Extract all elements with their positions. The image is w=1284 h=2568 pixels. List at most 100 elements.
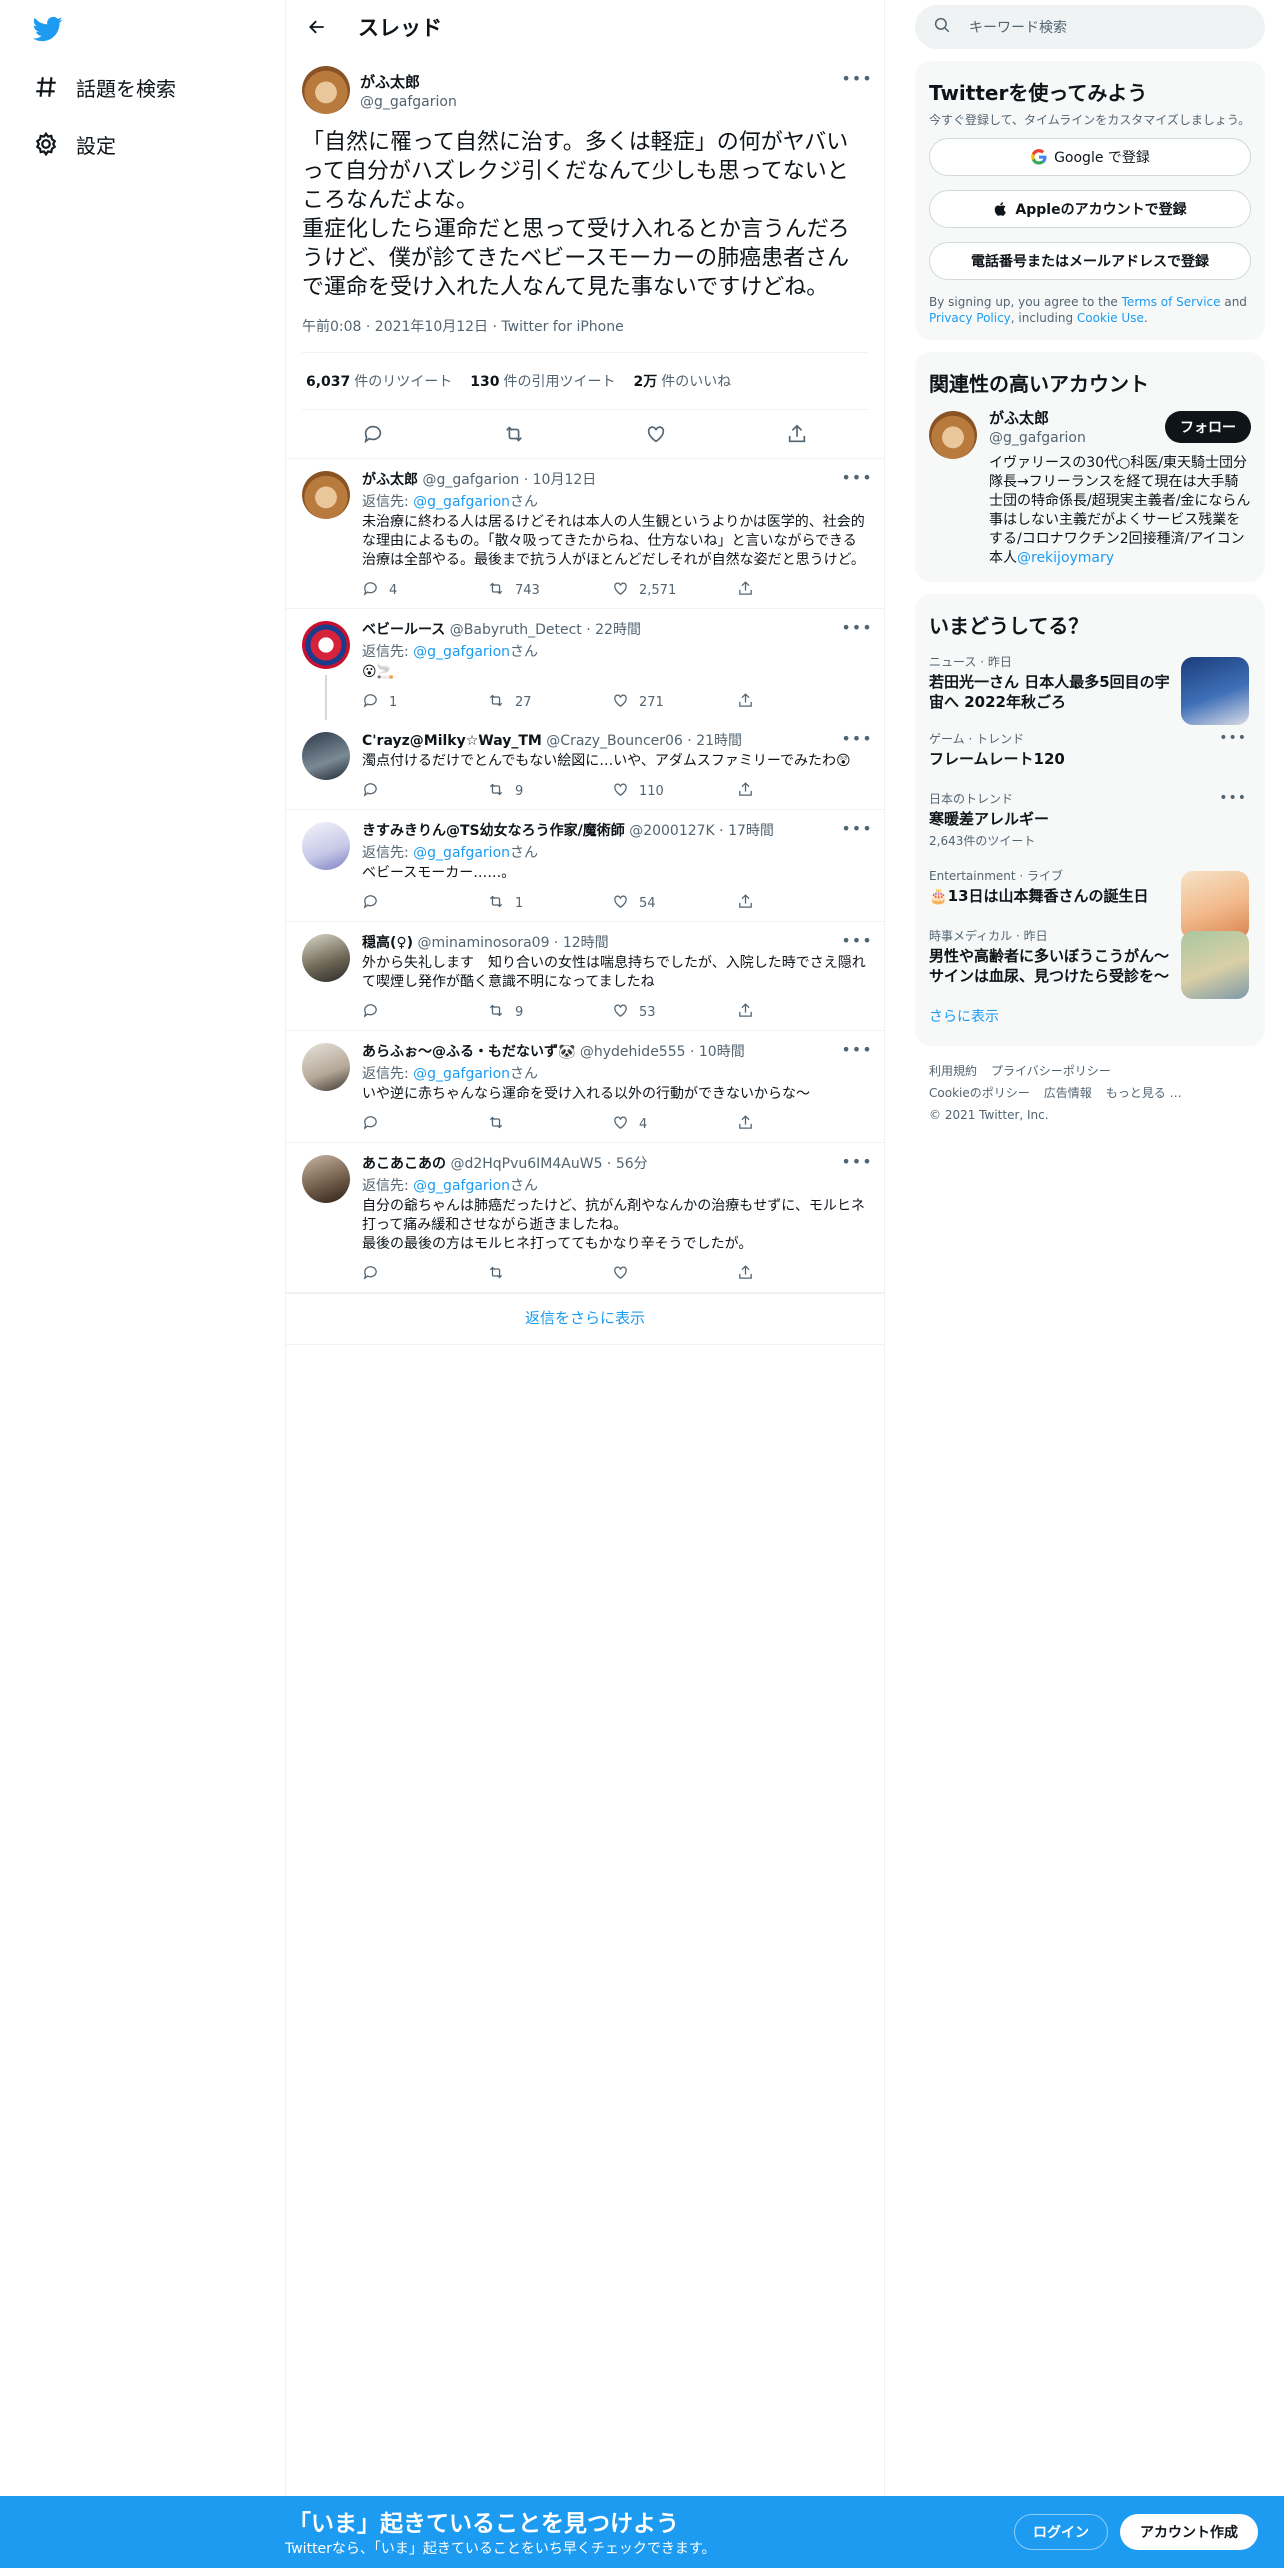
more-options-icon[interactable]: ••• <box>1219 730 1247 746</box>
more-options-icon[interactable]: ••• <box>841 819 871 838</box>
share-icon[interactable] <box>785 422 809 446</box>
retweet-button[interactable]: 9 <box>487 781 612 802</box>
reply-button[interactable] <box>362 781 487 802</box>
reply-author-name[interactable]: がふ太郎 <box>362 472 418 488</box>
avatar[interactable] <box>929 411 977 459</box>
retweet-button[interactable]: 1 <box>487 893 612 914</box>
footer-more-link[interactable]: もっと見る … <box>1106 1086 1182 1100</box>
more-options-icon[interactable]: ••• <box>841 931 871 950</box>
author-name[interactable]: がふ太郎 <box>360 71 457 92</box>
footer-privacy-link[interactable]: プライバシーポリシー <box>991 1064 1111 1078</box>
avatar[interactable] <box>302 934 350 982</box>
reply-author-handle[interactable]: @g_gafgarion · 10月12日 <box>422 472 596 488</box>
back-arrow-icon[interactable] <box>304 14 330 40</box>
share-button[interactable] <box>737 1264 862 1285</box>
more-options-icon[interactable]: ••• <box>841 1040 871 1059</box>
follow-button[interactable]: フォロー <box>1165 411 1251 443</box>
trend-item[interactable]: ゲーム · トレンド フレームレート120 ••• <box>925 722 1255 782</box>
reply-tweet[interactable]: C'rayz@Milky☆Way_TM @Crazy_Bouncer06 · 2… <box>286 720 884 810</box>
reply-tweet[interactable]: きすみきりん@TS幼女なろう作家/魔術師 @2000127K · 17時間 •••… <box>286 810 884 922</box>
avatar[interactable] <box>302 471 350 519</box>
share-button[interactable] <box>737 692 862 713</box>
show-more-replies-link[interactable]: 返信をさらに表示 <box>286 1293 884 1345</box>
reply-to-mention[interactable]: @g_gafgarion <box>413 845 510 861</box>
reply-to-mention[interactable]: @g_gafgarion <box>413 1066 510 1082</box>
share-button[interactable] <box>737 580 862 601</box>
more-options-icon[interactable]: ••• <box>841 1152 871 1171</box>
avatar[interactable] <box>302 822 350 870</box>
retweet-button[interactable]: 27 <box>487 692 612 713</box>
reply-button[interactable] <box>362 893 487 914</box>
trends-show-more-link[interactable]: さらに表示 <box>925 996 1255 1028</box>
reply-author-name[interactable]: きすみきりん@TS幼女なろう作家/魔術師 <box>362 823 625 839</box>
search-box[interactable]: キーワード検索 <box>915 5 1265 49</box>
more-options-icon[interactable]: ••• <box>841 618 871 637</box>
reply-author-name[interactable]: あらふぉ〜@ふる・もだないず🐼 <box>362 1044 575 1060</box>
reply-button[interactable]: 4 <box>362 580 487 601</box>
trend-item[interactable]: 時事メディカル · 昨日 男性や高齢者に多いぼうこうがん～サインは血尿、見つけたら… <box>925 919 1255 999</box>
share-button[interactable] <box>737 893 862 914</box>
like-button[interactable]: 54 <box>612 893 737 914</box>
footer-tos-link[interactable]: 利用規約 <box>929 1064 977 1078</box>
like-button[interactable]: 271 <box>612 692 737 713</box>
reply-to-mention[interactable]: @g_gafgarion <box>413 494 510 510</box>
footer-ads-link[interactable]: 広告情報 <box>1044 1086 1092 1100</box>
share-button[interactable] <box>737 1002 862 1023</box>
avatar[interactable] <box>302 621 350 669</box>
footer-cookie-link[interactable]: Cookieのポリシー <box>929 1086 1030 1100</box>
reply-author-handle[interactable]: @hydehide555 · 10時間 <box>580 1044 745 1060</box>
related-account[interactable]: がふ太郎 @g_gafgarion フォロー イヴァリースの30代○科医/東天騎… <box>925 403 1255 568</box>
like-button[interactable]: 2,571 <box>612 580 737 601</box>
retweet-count[interactable]: 6,037 件のリツイート <box>306 371 452 391</box>
reply-author-name[interactable]: あこあこあの <box>362 1156 446 1172</box>
avatar[interactable] <box>302 66 350 114</box>
like-count[interactable]: 2万 件のいいね <box>634 371 732 391</box>
cookie-link[interactable]: Cookie Use <box>1077 311 1144 325</box>
like-button[interactable] <box>612 1264 737 1285</box>
reply-author-handle[interactable]: @2000127K · 17時間 <box>629 823 774 839</box>
reply-to-mention[interactable]: @g_gafgarion <box>413 1178 510 1194</box>
reply-button[interactable]: 1 <box>362 692 487 713</box>
reply-button[interactable] <box>362 1264 487 1285</box>
reply-author-handle[interactable]: @Babyruth_Detect · 22時間 <box>450 622 641 638</box>
tweet-meta[interactable]: 午前0:08 · 2021年10月12日 · Twitter for iPhon… <box>302 316 868 353</box>
reply-author-name[interactable]: C'rayz@Milky☆Way_TM <box>362 733 542 749</box>
nav-explore[interactable]: 話題を検索 <box>32 67 176 107</box>
reply-icon[interactable] <box>361 422 385 446</box>
author-handle[interactable]: @g_gafgarion <box>360 94 457 110</box>
login-button[interactable]: ログイン <box>1014 2514 1108 2550</box>
like-icon[interactable] <box>644 422 668 446</box>
trend-item[interactable]: ニュース · 昨日 若田光一さん 日本人最多5回目の宇宙へ 2022年秋ごろ <box>925 645 1255 725</box>
retweet-icon[interactable] <box>502 422 526 446</box>
nav-settings[interactable]: 設定 <box>32 124 116 164</box>
retweet-button[interactable] <box>487 1114 612 1135</box>
like-button[interactable]: 110 <box>612 781 737 802</box>
reply-button[interactable] <box>362 1114 487 1135</box>
reply-author-handle[interactable]: @d2HqPvu6IM4AuW5 · 56分 <box>450 1156 647 1172</box>
reply-author-name[interactable]: ベビールース <box>362 622 445 638</box>
apple-signup-button[interactable]: Appleのアカウントで登録 <box>929 190 1251 228</box>
google-signup-button[interactable]: Google で登録 <box>929 138 1251 176</box>
reply-tweet[interactable]: あらふぉ〜@ふる・もだないず🐼 @hydehide555 · 10時間 ••• 返信… <box>286 1031 884 1143</box>
reply-tweet[interactable]: 穏高(♀) @minaminosora09 · 12時間 ••• 外から失礼します … <box>286 922 884 1031</box>
avatar[interactable] <box>302 1155 350 1203</box>
reply-tweet[interactable]: あこあこあの @d2HqPvu6IM4AuW5 · 56分 ••• 返信先: @g_… <box>286 1143 884 1293</box>
twitter-logo-icon[interactable] <box>31 14 65 44</box>
more-options-icon[interactable]: ••• <box>1219 790 1247 806</box>
bio-link[interactable]: @rekijoymary <box>1017 550 1114 566</box>
more-options-icon[interactable]: ••• <box>841 69 871 88</box>
reply-author-name[interactable]: 穏高(♀) <box>362 935 413 951</box>
like-button[interactable]: 53 <box>612 1002 737 1023</box>
reply-tweet[interactable]: がふ太郎 @g_gafgarion · 10月12日 ••• 返信先: @g_gaf… <box>286 459 884 609</box>
reply-button[interactable] <box>362 1002 487 1023</box>
reply-tweet[interactable]: ベビールース @Babyruth_Detect · 22時間 ••• 返信先: @g… <box>286 609 884 720</box>
retweet-button[interactable]: 743 <box>487 580 612 601</box>
trend-item[interactable]: Entertainment · ライブ 🎂13日は山本舞香さんの誕生日 <box>925 859 1255 939</box>
privacy-link[interactable]: Privacy Policy <box>929 311 1011 325</box>
reply-to-mention[interactable]: @g_gafgarion <box>413 644 510 660</box>
retweet-button[interactable]: 9 <box>487 1002 612 1023</box>
share-button[interactable] <box>737 781 862 802</box>
reply-author-handle[interactable]: @Crazy_Bouncer06 · 21時間 <box>546 733 742 749</box>
like-button[interactable]: 4 <box>612 1114 737 1135</box>
retweet-button[interactable] <box>487 1264 612 1285</box>
